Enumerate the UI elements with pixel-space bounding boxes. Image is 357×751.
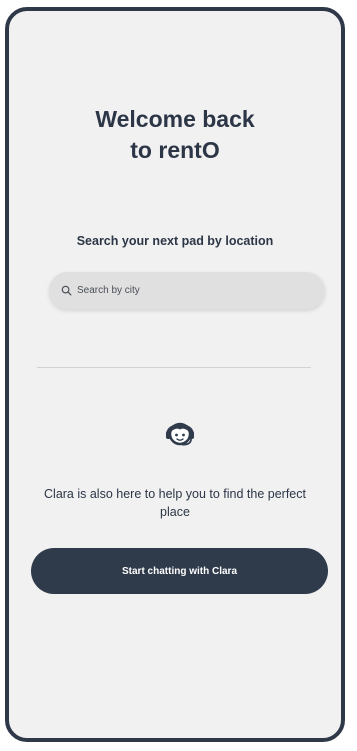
search-input[interactable]: Search by city <box>49 272 325 309</box>
title-line-1: Welcome back <box>95 106 255 132</box>
search-label: Search your next pad by location <box>76 234 274 248</box>
phone-screen: Welcome back to rentO Search your next p… <box>5 7 345 742</box>
clara-message: Clara is also here to help you to find t… <box>44 487 306 519</box>
page-title: Welcome back to rentO <box>9 104 341 166</box>
search-icon <box>61 285 72 296</box>
start-chat-button[interactable]: Start chatting with Clara <box>31 548 328 594</box>
title-line-2: to rentO <box>130 137 220 163</box>
search-placeholder: Search by city <box>77 285 140 296</box>
support-agent-icon <box>166 422 194 446</box>
section-divider <box>37 367 311 368</box>
